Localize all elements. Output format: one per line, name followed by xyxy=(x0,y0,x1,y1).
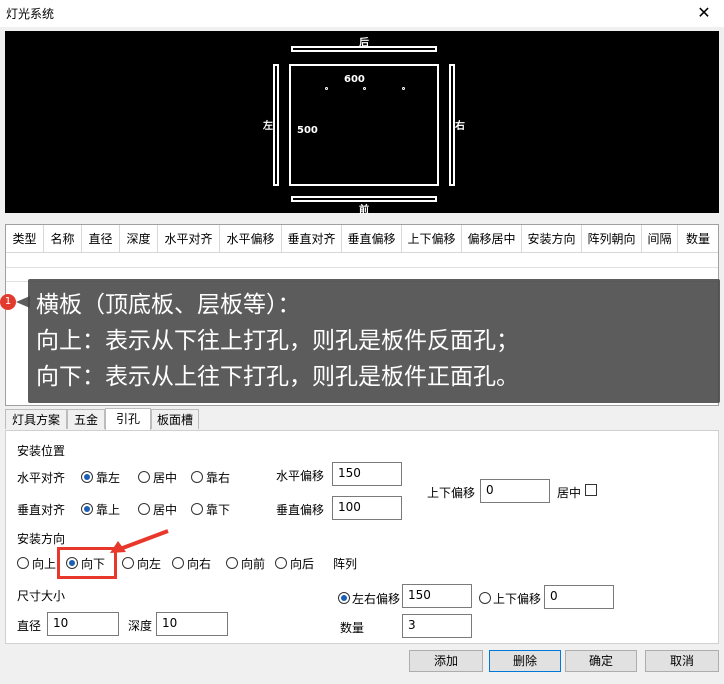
window-title: 灯光系统 xyxy=(6,7,55,21)
ud-offset2-radio[interactable] xyxy=(479,592,491,604)
tooltip-line: 横板（顶底板、层板等）： xyxy=(36,292,301,318)
direction-up-radio[interactable] xyxy=(17,557,29,569)
preview-canvas: 后 前 左 右 600 500 xyxy=(5,31,719,216)
column-header[interactable]: 阵列朝向 xyxy=(582,225,642,253)
direction-up-label[interactable]: 向上 xyxy=(32,555,56,572)
depth-input[interactable]: 10 xyxy=(156,612,228,636)
v-align-center-label[interactable]: 居中 xyxy=(153,501,177,518)
v-align-bottom-label[interactable]: 靠下 xyxy=(206,501,230,518)
column-header[interactable]: 数量 xyxy=(678,225,718,253)
lr-offset-input[interactable]: 150 xyxy=(402,584,472,608)
direction-front-label[interactable]: 向前 xyxy=(241,555,265,572)
tab-guide-hole[interactable]: 引孔 xyxy=(105,408,151,430)
column-header[interactable]: 垂直对齐 xyxy=(282,225,342,253)
center-checkbox[interactable] xyxy=(585,484,597,496)
row-divider xyxy=(6,267,718,268)
ud-offset2-input[interactable]: 0 xyxy=(544,585,614,609)
v-align-center-radio[interactable] xyxy=(138,503,150,515)
direction-back-radio[interactable] xyxy=(275,557,287,569)
lr-offset-radio[interactable] xyxy=(338,592,350,604)
close-button[interactable]: ✕ xyxy=(692,2,716,24)
highlight-arrow-icon xyxy=(110,529,169,553)
ud-offset-input[interactable]: 0 xyxy=(480,479,550,503)
hole-marker xyxy=(325,87,328,90)
delete-button[interactable]: 删除 xyxy=(489,650,561,672)
step-badge: 1 xyxy=(0,294,16,310)
column-header[interactable]: 间隔 xyxy=(642,225,678,253)
v-align-top-label[interactable]: 靠上 xyxy=(96,501,120,518)
h-offset-label: 水平偏移 xyxy=(276,469,325,483)
h-align-center-radio[interactable] xyxy=(138,471,150,483)
right-label: 右 xyxy=(455,121,465,132)
direction-front-radio[interactable] xyxy=(226,557,238,569)
tab-panel-groove[interactable]: 板面槽 xyxy=(151,409,199,429)
count-input[interactable]: 3 xyxy=(402,614,472,638)
title-bar xyxy=(0,0,724,27)
size-heading: 尺寸大小 xyxy=(17,589,66,603)
direction-right-radio[interactable] xyxy=(172,557,184,569)
lr-offset-label[interactable]: 左右偏移 xyxy=(352,590,400,607)
width-dimension: 600 xyxy=(344,74,365,85)
h-align-right-radio[interactable] xyxy=(191,471,203,483)
diameter-input[interactable]: 10 xyxy=(47,612,119,636)
h-offset-input[interactable]: 150 xyxy=(332,462,402,486)
back-label: 后 xyxy=(359,38,369,49)
v-offset-label: 垂直偏移 xyxy=(276,503,325,517)
column-header[interactable]: 名称 xyxy=(44,225,82,253)
h-align-center-label[interactable]: 居中 xyxy=(153,469,177,486)
count-label: 数量 xyxy=(340,621,365,635)
install-direction-heading: 安装方向 xyxy=(17,532,66,546)
column-header[interactable]: 垂直偏移 xyxy=(342,225,402,253)
tooltip-line: 向下：表示从上往下打孔，则孔是板件正面孔。 xyxy=(36,364,519,390)
depth-label: 深度 xyxy=(128,619,153,633)
ok-button[interactable]: 确定 xyxy=(565,650,637,672)
h-align-left-label[interactable]: 靠左 xyxy=(96,469,120,486)
h-align-label: 水平对齐 xyxy=(17,471,66,485)
left-label: 左 xyxy=(263,121,273,132)
tooltip-line: 向上：表示从下往上打孔，则孔是板件反面孔； xyxy=(36,328,519,354)
direction-back-label[interactable]: 向后 xyxy=(290,555,314,572)
column-header[interactable]: 直径 xyxy=(82,225,120,253)
h-align-left-radio[interactable] xyxy=(81,471,93,483)
cancel-button[interactable]: 取消 xyxy=(645,650,719,672)
tooltip-pointer-icon xyxy=(16,296,30,308)
column-header[interactable]: 深度 xyxy=(120,225,158,253)
help-tooltip: 横板（顶底板、层板等）： 向上：表示从下往上打孔，则孔是板件反面孔； 向下：表示… xyxy=(28,279,720,403)
v-align-bottom-radio[interactable] xyxy=(191,503,203,515)
h-align-right-label[interactable]: 靠右 xyxy=(206,469,230,486)
left-panel xyxy=(273,64,279,186)
hole-marker xyxy=(363,87,366,90)
v-align-top-radio[interactable] xyxy=(81,503,93,515)
tab-hardware[interactable]: 五金 xyxy=(67,409,105,429)
column-header[interactable]: 安装方向 xyxy=(522,225,582,253)
v-align-label: 垂直对齐 xyxy=(17,503,66,517)
center-label: 居中 xyxy=(557,486,582,500)
diameter-label: 直径 xyxy=(17,619,42,633)
column-header[interactable]: 偏移居中 xyxy=(462,225,522,253)
column-header[interactable]: 水平对齐 xyxy=(158,225,220,253)
ud-offset-label: 上下偏移 xyxy=(427,486,476,500)
add-button[interactable]: 添加 xyxy=(409,650,483,672)
column-header[interactable]: 水平偏移 xyxy=(220,225,282,253)
direction-left-radio[interactable] xyxy=(122,557,134,569)
front-label: 前 xyxy=(359,205,369,216)
v-offset-input[interactable]: 100 xyxy=(332,496,402,520)
height-dimension: 500 xyxy=(297,125,318,136)
direction-right-label[interactable]: 向右 xyxy=(187,555,211,572)
install-position-heading: 安装位置 xyxy=(17,444,66,458)
column-header[interactable]: 类型 xyxy=(6,225,44,253)
tab-lighting-plan[interactable]: 灯具方案 xyxy=(5,409,67,429)
direction-left-label[interactable]: 向左 xyxy=(137,555,161,572)
ud-offset2-label[interactable]: 上下偏移 xyxy=(493,590,541,607)
array-heading: 阵列 xyxy=(333,557,358,571)
column-header[interactable]: 上下偏移 xyxy=(402,225,462,253)
hole-marker xyxy=(402,87,405,90)
